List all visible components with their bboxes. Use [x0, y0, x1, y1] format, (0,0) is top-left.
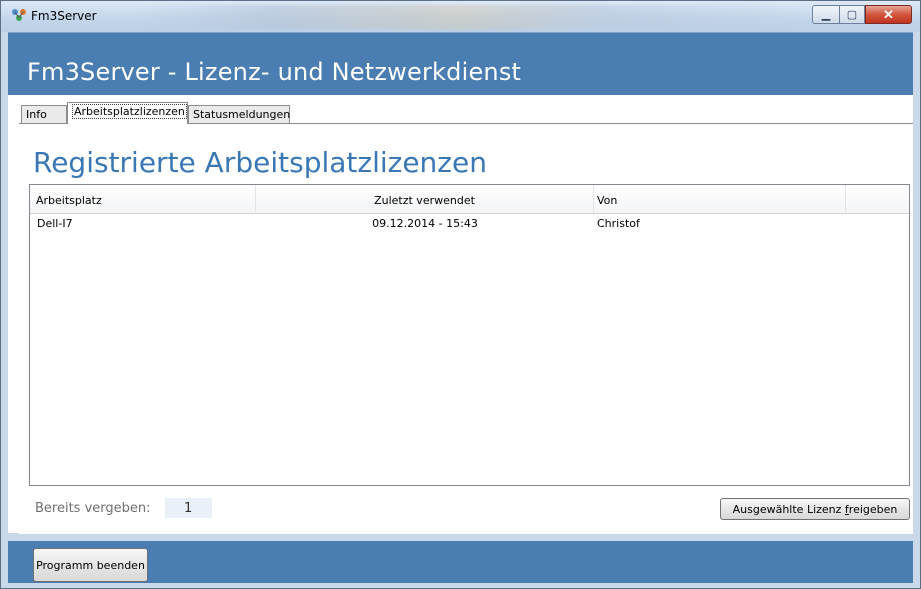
column-header-arbeitsplatz[interactable]: Arbeitsplatz	[30, 185, 256, 213]
banner-title: Fm3Server - Lizenz- und Netzwerkdienst	[27, 58, 522, 86]
tab-statusmeldungen[interactable]: Statusmeldungen	[188, 105, 290, 123]
tab-info[interactable]: Info	[21, 105, 67, 123]
table-row[interactable]: Dell-I7 09.12.2014 - 15:43 Christof	[30, 214, 909, 234]
cell-von: Christof	[597, 217, 640, 230]
release-label-prefix: Ausgewählte Lizenz	[732, 502, 845, 516]
tab-arbeitsplatzlizenzen-label: Arbeitsplatzlizenzen	[72, 104, 187, 119]
column-header-zuletzt-verwendet[interactable]: Zuletzt verwendet	[256, 185, 594, 213]
column-header-filler[interactable]	[846, 185, 909, 213]
panel-margin	[8, 123, 19, 533]
close-icon: ✕	[883, 6, 894, 22]
minimize-button[interactable]: ▁	[812, 5, 839, 24]
assigned-count: 1	[165, 498, 212, 518]
maximize-icon: ▢	[846, 9, 858, 21]
application-window: Fm3Server ▁ ▢ ✕ Fm3Server - Lizenz- und …	[0, 0, 921, 589]
release-license-button[interactable]: Ausgewählte Lizenz freigeben	[720, 498, 910, 520]
tab-info-label: Info	[26, 108, 47, 121]
assigned-label: Bereits vergeben:	[35, 501, 151, 516]
window-title: Fm3Server	[31, 9, 97, 23]
tab-statusmeldungen-label: Statusmeldungen	[193, 108, 291, 121]
column-header-von[interactable]: Von	[594, 185, 846, 213]
maximize-button[interactable]: ▢	[839, 5, 865, 24]
license-list[interactable]: Arbeitsplatz Zuletzt verwendet Von Dell-…	[29, 184, 910, 486]
cell-zuletzt-verwendet: 09.12.2014 - 15:43	[372, 217, 478, 230]
exit-program-button[interactable]: Programm beenden	[33, 548, 148, 582]
section-heading: Registrierte Arbeitsplatzlizenzen	[33, 146, 487, 179]
cell-arbeitsplatz: Dell-I7	[37, 217, 73, 230]
tab-arbeitsplatzlizenzen[interactable]: Arbeitsplatzlizenzen	[67, 102, 188, 124]
title-bar[interactable]: Fm3Server ▁ ▢ ✕	[1, 1, 920, 32]
close-button[interactable]: ✕	[865, 5, 912, 24]
exit-program-label: Programm beenden	[36, 558, 145, 572]
release-label-suffix: reigeben	[848, 502, 898, 516]
minimize-icon: ▁	[821, 9, 831, 21]
release-license-label: Ausgewählte Lizenz freigeben	[733, 503, 898, 516]
network-users-icon	[12, 9, 26, 21]
title-bar-background	[141, 5, 801, 29]
list-header: Arbeitsplatz Zuletzt verwendet Von	[30, 185, 909, 214]
